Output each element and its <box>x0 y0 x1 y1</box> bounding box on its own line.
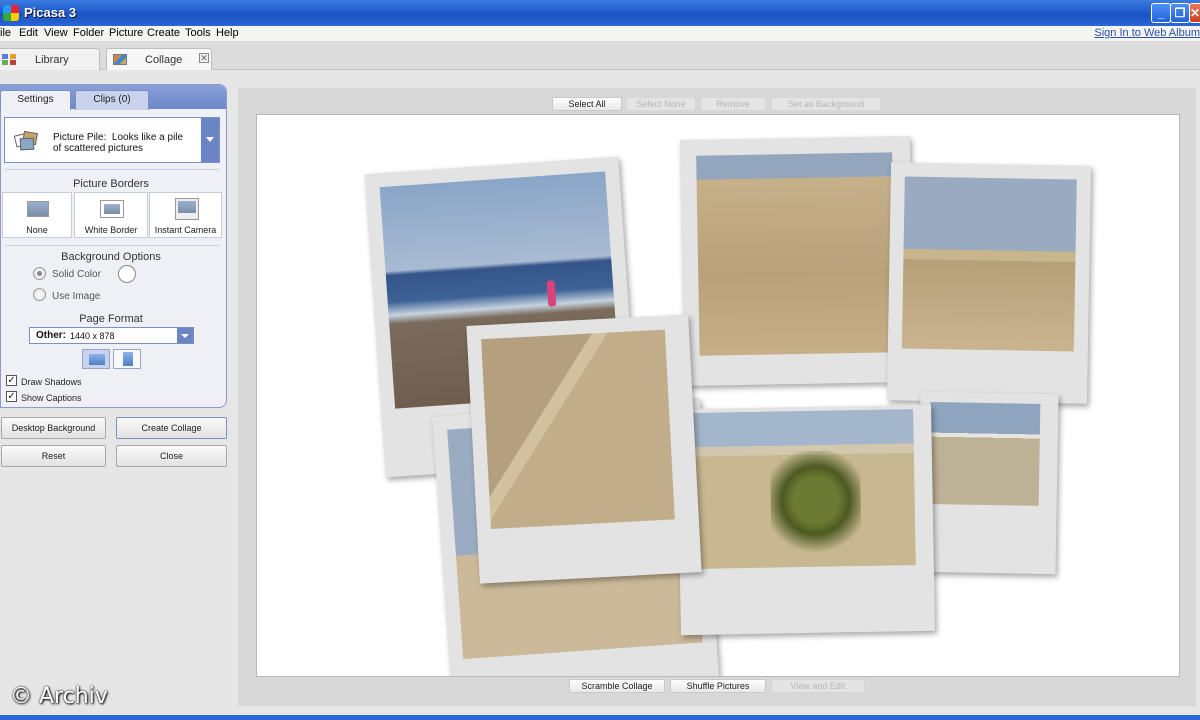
view-and-edit-button[interactable]: View and Edit <box>771 679 865 693</box>
chevron-down-icon[interactable] <box>177 328 193 343</box>
collage-settings-panel: Settings Clips (0) Picture Pile: Looks l… <box>0 84 227 408</box>
remove-button[interactable]: Remove <box>700 97 766 111</box>
menu-edit[interactable]: Edit <box>19 27 38 39</box>
collage-photo-beach-promenade[interactable] <box>917 391 1059 575</box>
reset-button[interactable]: Reset <box>1 445 106 467</box>
collage-style-text: Picture Pile: Looks like a pile of scatt… <box>53 132 184 154</box>
tab-settings[interactable]: Settings <box>0 90 71 110</box>
show-captions-label: Show Captions <box>21 393 82 403</box>
portrait-icon <box>123 352 133 366</box>
tab-library[interactable]: Library <box>0 48 100 70</box>
photo-image <box>696 152 896 356</box>
collage-icon <box>113 54 127 65</box>
landscape-icon <box>89 354 105 365</box>
instant-camera-picture-icon <box>175 198 199 220</box>
desktop-background-button[interactable]: Desktop Background <box>1 417 106 439</box>
collage-canvas[interactable] <box>256 114 1180 677</box>
no-border-picture-icon <box>27 201 49 217</box>
page-format-label: Other: <box>36 330 66 341</box>
scramble-collage-button[interactable]: Scramble Collage <box>569 679 665 693</box>
photo-image <box>481 329 675 529</box>
landscape-orientation-button[interactable] <box>82 349 110 369</box>
portrait-orientation-button[interactable] <box>113 349 141 369</box>
background-options-heading: Background Options <box>61 251 161 263</box>
picture-pile-icon <box>13 130 41 152</box>
collage-photo-dune-ridge[interactable] <box>679 136 915 386</box>
tab-library-label: Library <box>35 54 69 66</box>
collage-photo-sand-closeup[interactable] <box>466 314 702 584</box>
menu-bar: ile Edit View Folder Picture Create Tool… <box>0 26 1200 42</box>
library-grid-icon <box>2 54 16 65</box>
panel-tab-bar: Settings Clips (0) <box>0 85 226 110</box>
solid-color-label: Solid Color <box>52 269 101 280</box>
menu-view[interactable]: View <box>44 27 68 39</box>
photo-image <box>691 409 916 569</box>
tab-clips[interactable]: Clips (0) <box>75 90 149 110</box>
border-option-label: None <box>26 225 48 235</box>
border-option-label: Instant Camera <box>154 225 217 235</box>
photo-image <box>928 401 1041 506</box>
menu-create[interactable]: Create <box>147 27 180 39</box>
use-image-radio[interactable] <box>33 288 46 301</box>
border-option-instant-camera[interactable]: Instant Camera <box>149 192 222 238</box>
collage-photo-beach-plant[interactable] <box>677 404 935 636</box>
maximize-button[interactable]: ❐ <box>1170 3 1190 23</box>
picture-borders-heading: Picture Borders <box>73 178 149 190</box>
draw-shadows-label: Draw Shadows <box>21 377 82 387</box>
tab-collage[interactable]: Collage ✕ <box>106 48 212 70</box>
divider <box>5 169 219 170</box>
create-collage-button[interactable]: Create Collage <box>116 417 227 439</box>
border-option-label: White Border <box>84 225 138 235</box>
menu-tools[interactable]: Tools <box>185 27 211 39</box>
view-tabs-bar: Library Collage ✕ <box>0 42 1200 70</box>
border-option-none[interactable]: None <box>2 192 72 238</box>
select-none-button[interactable]: Select None <box>626 97 696 111</box>
minimize-button[interactable]: _ <box>1151 3 1171 23</box>
window-title: Picasa 3 <box>24 5 77 20</box>
menu-folder[interactable]: Folder <box>73 27 104 39</box>
page-format-heading: Page Format <box>79 313 143 325</box>
use-image-label: Use Image <box>52 291 101 302</box>
draw-shadows-checkbox[interactable]: ✓ <box>6 375 17 386</box>
collage-style-dropdown[interactable]: Picture Pile: Looks like a pile of scatt… <box>4 117 220 163</box>
copyright-watermark: © Archiv <box>10 684 108 709</box>
select-all-button[interactable]: Select All <box>552 97 622 111</box>
page-format-value: 1440 x 878 <box>70 331 115 341</box>
border-option-white[interactable]: White Border <box>74 192 148 238</box>
tab-close-icon[interactable]: ✕ <box>199 53 209 63</box>
title-bar: Picasa 3 _ ❐ ✕ <box>0 0 1200 26</box>
background-color-swatch[interactable] <box>118 265 136 283</box>
menu-file[interactable]: ile <box>0 27 11 39</box>
close-button[interactable]: Close <box>116 445 227 467</box>
picasa-app-icon <box>3 5 19 21</box>
solid-color-radio[interactable] <box>33 267 46 280</box>
chevron-down-icon[interactable] <box>201 118 219 162</box>
page-format-dropdown[interactable]: Other: 1440 x 878 <box>29 327 194 344</box>
tab-collage-label: Collage <box>145 54 183 66</box>
divider <box>5 245 219 246</box>
show-captions-checkbox[interactable]: ✓ <box>6 391 17 402</box>
sign-in-link[interactable]: Sign In to Web Album <box>1094 27 1200 39</box>
taskbar-edge <box>0 715 1200 720</box>
white-border-picture-icon <box>100 200 124 218</box>
set-as-background-button[interactable]: Set as Background <box>771 97 881 111</box>
shuffle-pictures-button[interactable]: Shuffle Pictures <box>670 679 766 693</box>
collage-photo-desert-dunes[interactable] <box>886 162 1092 404</box>
menu-picture[interactable]: Picture <box>109 27 143 39</box>
photo-image <box>901 176 1077 352</box>
menu-help[interactable]: Help <box>216 27 239 39</box>
close-window-button[interactable]: ✕ <box>1189 3 1200 23</box>
